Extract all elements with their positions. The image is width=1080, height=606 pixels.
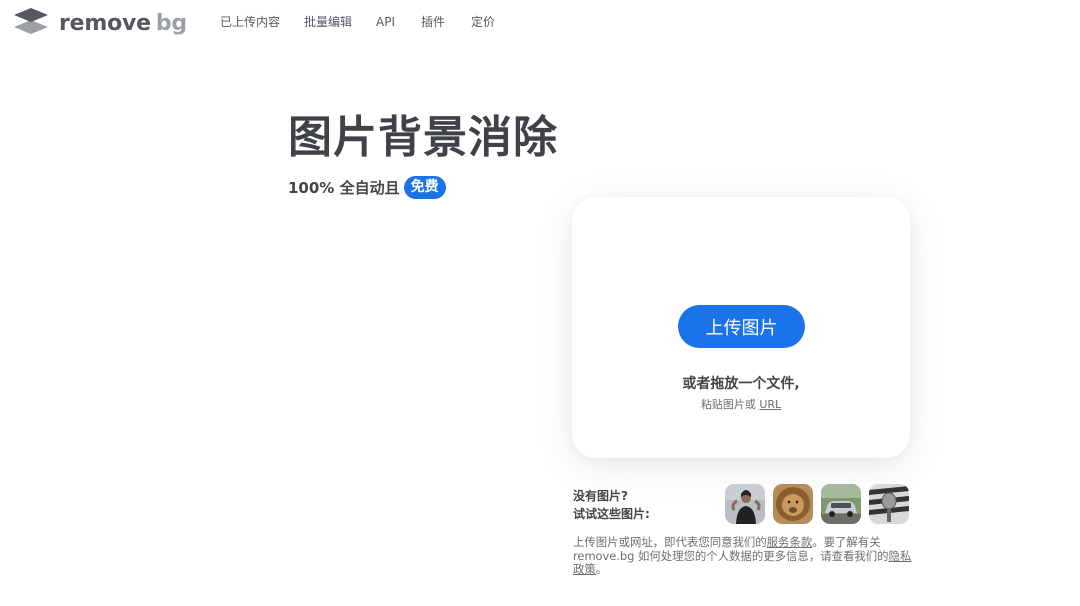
samples-label: 没有图片? 试试这些图片: (573, 487, 650, 523)
samples-label-line1: 没有图片? (573, 489, 628, 503)
samples-label-line2: 试试这些图片: (573, 507, 650, 521)
legal-text-1: 上传图片或网址，即代表您同意我们的 (573, 535, 767, 549)
nav-pricing[interactable]: 定价 (471, 14, 495, 30)
sample-image-lion[interactable] (773, 484, 813, 524)
logo-word-remove: remove (59, 10, 151, 36)
legal-notice: 上传图片或网址，即代表您同意我们的服务条款。要了解有关 remove.bg 如何… (573, 535, 913, 577)
nav-api[interactable]: API (376, 14, 395, 30)
sample-image-car[interactable] (821, 484, 861, 524)
nav-bulk-edit[interactable]: 批量编辑 (304, 14, 352, 30)
terms-link[interactable]: 服务条款 (767, 535, 813, 549)
sample-image-woman[interactable] (725, 484, 765, 524)
nav-plugins[interactable]: 插件 (421, 14, 445, 30)
hero-subtitle: 100% 全自动且 免费 (288, 176, 446, 199)
hero-subtitle-text: 100% 全自动且 (288, 179, 400, 197)
legal-text-3: 。 (595, 562, 608, 576)
url-link[interactable]: URL (759, 398, 781, 411)
free-badge: 免费 (403, 176, 446, 199)
paste-hint: 粘贴图片或 URL (572, 396, 910, 412)
sample-image-microphone[interactable] (869, 484, 909, 524)
page: remove bg 已上传内容 批量编辑 API 插件 定价 图片背景消除 10… (0, 0, 1080, 606)
upload-image-button[interactable]: 上传图片 (678, 305, 805, 348)
drop-file-text: 或者拖放一个文件, (682, 376, 800, 392)
paste-text: 粘贴图片或 (700, 398, 756, 411)
header: remove bg 已上传内容 批量编辑 API 插件 定价 (0, 0, 1080, 46)
hero-title: 图片背景消除 (288, 112, 558, 163)
nav-uploads[interactable]: 已上传内容 (220, 14, 280, 30)
layers-icon (13, 6, 49, 40)
upload-card[interactable]: 上传图片 或者拖放一个文件, 粘贴图片或 URL (572, 197, 910, 458)
logo-text: remove bg (59, 11, 187, 36)
logo-link[interactable]: remove bg (13, 7, 187, 39)
logo-word-bg: bg (155, 10, 187, 36)
